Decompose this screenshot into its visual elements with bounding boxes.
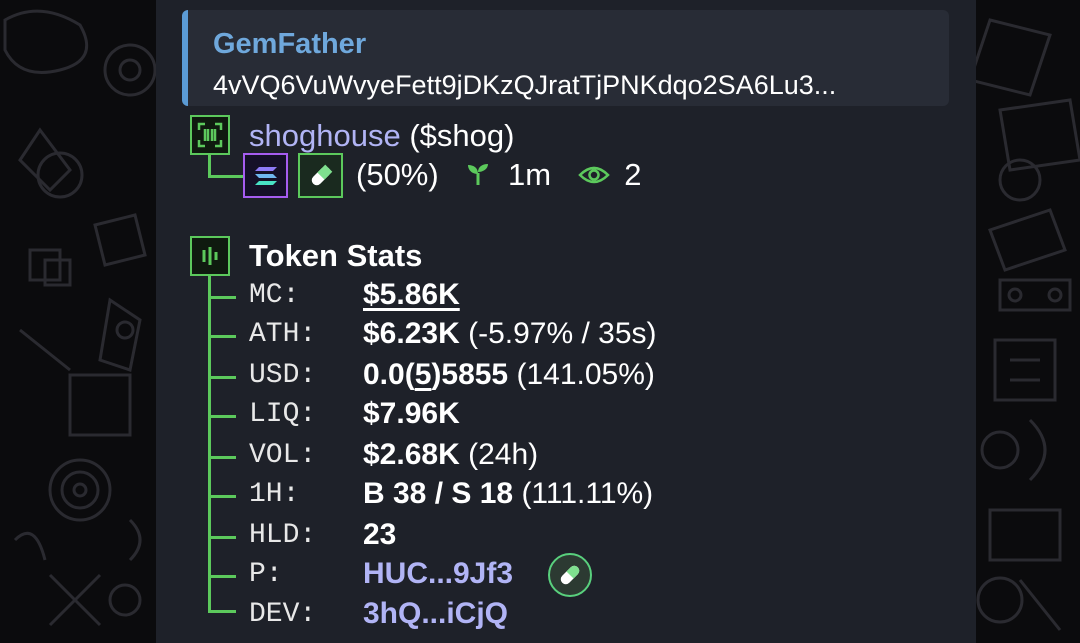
stat-label-mc: MC: xyxy=(249,280,300,311)
stat-value-dev-link[interactable]: 3hQ...iCjQ xyxy=(363,597,508,630)
stat-value-pair-link[interactable]: HUC...9Jf3 xyxy=(363,557,513,590)
stat-row-1h: B 38 / S 18 (111.11%) xyxy=(363,477,653,511)
tree-branch xyxy=(208,376,236,379)
stat-row-mc: $5.86K xyxy=(363,278,460,312)
reply-preview-text: 4vVQ6VuWvyeFett9jDKzQJratTjPNKdqo2SA6Lu3… xyxy=(213,70,837,100)
stat-extra-usd: (141.05%) xyxy=(516,358,655,391)
stat-label-usd: USD: xyxy=(249,360,317,391)
reply-accent-bar xyxy=(182,10,188,106)
token-ticker: ($shog) xyxy=(409,118,515,153)
token-meta-line: (50%) 1m 2 xyxy=(356,157,642,195)
eye-icon xyxy=(577,159,610,195)
token-views: 2 xyxy=(624,157,642,192)
sprout-icon xyxy=(465,159,493,195)
tree-branch xyxy=(208,495,236,498)
tree-branch xyxy=(208,415,236,418)
stat-label-1h: 1H: xyxy=(249,479,300,510)
stat-row-ath: $6.23K (-5.97% / 35s) xyxy=(363,317,657,351)
tree-trunk xyxy=(208,276,211,611)
stat-value-1h: B 38 / S 18 xyxy=(363,477,514,510)
reply-sender-name: GemFather xyxy=(213,28,367,60)
solana-icon[interactable] xyxy=(243,153,288,198)
stat-usd-suffix: )5855 xyxy=(431,358,509,391)
token-percent: (50%) xyxy=(356,157,439,192)
pill-icon[interactable] xyxy=(548,553,592,597)
stat-label-vol: VOL: xyxy=(249,440,317,471)
stat-usd-prefix: 0.0( xyxy=(363,358,415,391)
reply-preview[interactable]: GemFather 4vVQ6VuWvyeFett9jDKzQJratTjPNK… xyxy=(182,10,949,106)
stat-extra-ath: (-5.97% / 35s) xyxy=(468,317,657,350)
tree-branch xyxy=(208,610,236,613)
stat-row-vol: $2.68K (24h) xyxy=(363,438,538,472)
stats-title: Token Stats xyxy=(249,238,423,273)
tree-line xyxy=(208,175,244,178)
stat-row-usd: 0.0(5)5855 (141.05%) xyxy=(363,358,655,392)
stat-label-hld: HLD: xyxy=(249,520,317,551)
pill-icon[interactable] xyxy=(298,153,343,198)
stat-usd-zeros: 5 xyxy=(414,358,432,391)
stat-label-ath: ATH: xyxy=(249,319,317,350)
stat-row-pair: HUC...9Jf3 xyxy=(363,557,513,591)
token-name-line: shoghouse ($shog) xyxy=(249,118,514,154)
tree-branch xyxy=(208,335,236,338)
stat-extra-1h: (111.11%) xyxy=(521,477,654,510)
stat-value-vol: $2.68K xyxy=(363,438,460,471)
token-name-link[interactable]: shoghouse xyxy=(249,118,401,153)
stat-value-hld: 23 xyxy=(363,518,397,551)
stat-row-hld: 23 xyxy=(363,518,396,552)
stat-label-pair: P: xyxy=(249,559,283,590)
stat-value-mc[interactable]: $5.86K xyxy=(363,278,460,311)
tree-branch xyxy=(208,536,236,539)
stat-value-liq: $7.96K xyxy=(363,397,460,430)
tree-branch xyxy=(208,575,236,578)
stat-extra-vol: (24h) xyxy=(468,438,539,471)
bar-chart-icon xyxy=(190,236,230,276)
stat-value-ath: $6.23K xyxy=(363,317,460,350)
tree-branch xyxy=(208,456,236,459)
scan-icon xyxy=(190,115,230,155)
stat-label-liq: LIQ: xyxy=(249,399,317,430)
stat-label-dev: DEV: xyxy=(249,599,317,630)
token-age: 1m xyxy=(507,157,552,192)
stat-row-liq: $7.96K xyxy=(363,397,460,431)
tree-line xyxy=(208,155,211,177)
tree-branch xyxy=(208,296,236,299)
stat-row-dev: 3hQ...iCjQ xyxy=(363,597,508,631)
